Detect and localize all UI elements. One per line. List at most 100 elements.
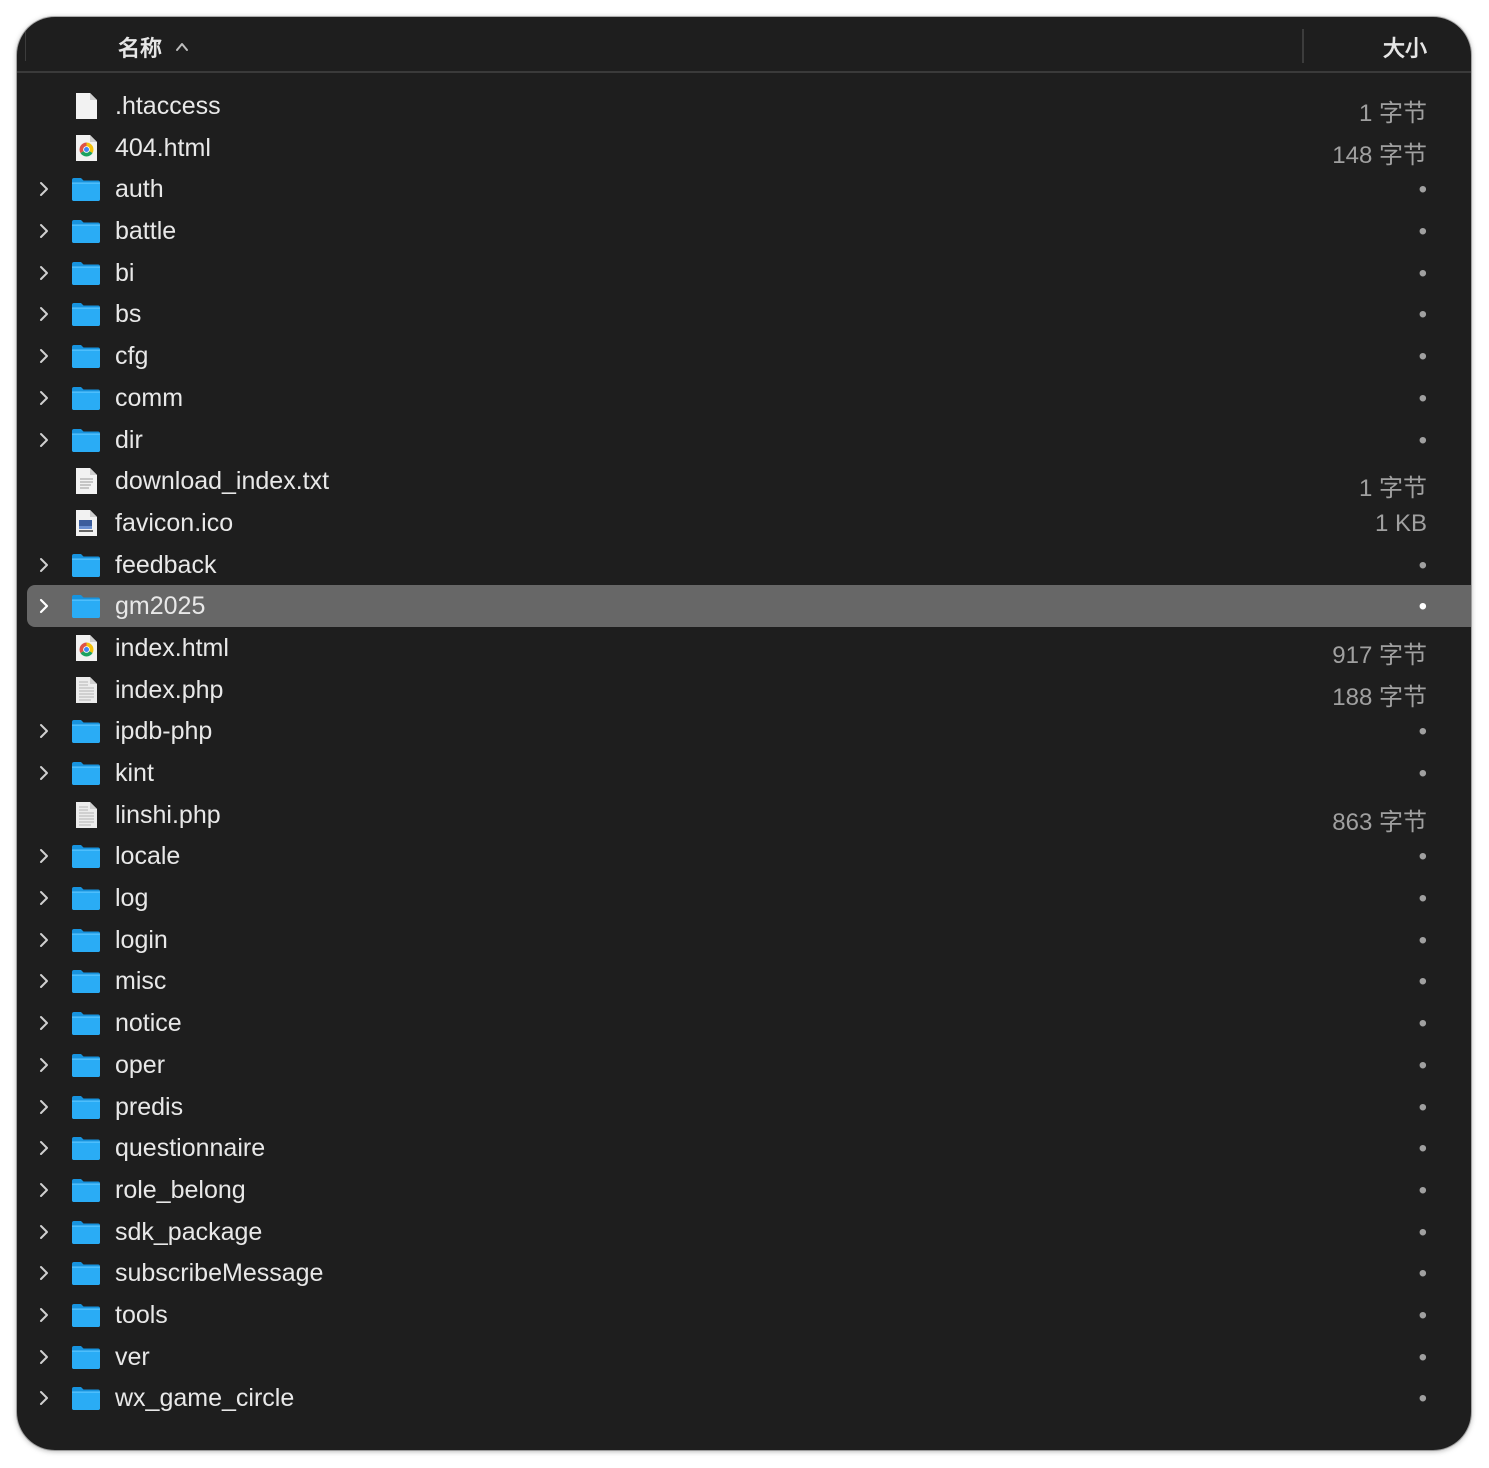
folder-icon [71,1384,101,1412]
folder-row[interactable]: gm2025 • [17,585,1471,627]
file-name: oper [115,1050,166,1079]
file-size: 1 字节 [1358,475,1427,503]
disclosure-chevron-icon[interactable] [36,390,52,406]
folder-row[interactable]: auth • [17,168,1471,210]
folder-row[interactable]: predis • [17,1086,1471,1128]
folder-row[interactable]: misc • [17,960,1471,1002]
disclosure-chevron-icon[interactable] [36,1099,52,1115]
file-row[interactable]: download_index.txt 1 字节 [17,460,1471,502]
folder-icon [71,759,101,787]
folder-row[interactable]: locale • [17,835,1471,877]
size-column-header[interactable]: 大小 [1383,31,1427,63]
file-name: log [115,884,149,913]
chrome-icon [71,634,101,662]
folder-row[interactable]: wx_game_circle • [17,1377,1471,1419]
file-size: 1 字节 [1358,100,1427,127]
file-name: misc [115,967,167,996]
folder-icon [71,1218,101,1246]
folder-row[interactable]: ipdb-php • [17,710,1471,752]
file-size: • [1418,1343,1427,1371]
disclosure-chevron-icon[interactable] [36,1182,52,1198]
folder-row[interactable]: comm • [17,377,1471,419]
folder-icon [71,1176,101,1204]
column-resize-handle[interactable] [1302,29,1304,63]
disclosure-chevron-icon[interactable] [36,973,52,989]
file-row[interactable]: index.php 188 字节 [17,669,1471,711]
file-name: auth [115,175,164,204]
column-divider [25,31,26,61]
file-size: • [1418,1176,1427,1204]
disclosure-chevron-icon[interactable] [36,848,52,864]
file-name: subscribeMessage [115,1259,324,1288]
disclosure-chevron-icon[interactable] [36,890,52,906]
selection-highlight [27,585,1471,627]
file-size: • [1418,551,1427,579]
folder-icon [71,175,101,203]
disclosure-chevron-icon[interactable] [36,1057,52,1073]
folder-row[interactable]: feedback • [17,544,1471,586]
folder-row[interactable]: login • [17,919,1471,961]
folder-row[interactable]: role_belong • [17,1169,1471,1211]
file-size: • [1418,593,1427,621]
folder-row[interactable]: cfg • [17,335,1471,377]
file-size: • [1418,426,1427,454]
folder-row[interactable]: bs • [17,293,1471,335]
file-name: battle [115,217,177,246]
file-row[interactable]: linshi.php 863 字节 [17,794,1471,836]
folder-row[interactable]: subscribeMessage • [17,1252,1471,1294]
file-name: login [115,925,168,954]
folder-row[interactable]: notice • [17,1002,1471,1044]
folder-row[interactable]: bi • [17,252,1471,294]
disclosure-chevron-icon[interactable] [36,306,52,322]
disclosure-chevron-icon[interactable] [36,932,52,948]
file-size: • [1418,1260,1427,1288]
disclosure-chevron-icon[interactable] [36,723,52,739]
file-name: role_belong [115,1175,246,1204]
file-size: • [1418,760,1427,787]
disclosure-chevron-icon[interactable] [36,223,52,239]
disclosure-chevron-icon[interactable] [36,348,52,364]
folder-row[interactable]: kint • [17,752,1471,794]
disclosure-chevron-icon[interactable] [36,1307,52,1323]
disclosure-chevron-icon[interactable] [36,1015,52,1031]
chrome-icon [71,134,101,162]
disclosure-chevron-icon[interactable] [36,1224,52,1240]
disclosure-chevron-icon[interactable] [36,265,52,281]
disclosure-chevron-icon[interactable] [36,181,52,197]
disclosure-chevron-icon[interactable] [36,598,52,614]
disclosure-chevron-icon[interactable] [36,1265,52,1281]
folder-icon [71,1009,101,1037]
folder-row[interactable]: oper • [17,1044,1471,1086]
folder-row[interactable]: tools • [17,1294,1471,1336]
document-icon [71,92,101,120]
name-column-header[interactable]: 名称 [118,31,190,63]
disclosure-chevron-icon[interactable] [36,1349,52,1365]
folder-icon [71,426,101,454]
folder-row[interactable]: ver • [17,1336,1471,1378]
disclosure-chevron-icon[interactable] [36,765,52,781]
file-row[interactable]: index.html 917 字节 [17,627,1471,669]
disclosure-chevron-icon[interactable] [36,1140,52,1156]
disclosure-chevron-icon[interactable] [36,1390,52,1406]
folder-row[interactable]: dir • [17,419,1471,461]
disclosure-chevron-icon[interactable] [36,557,52,573]
file-size: • [1418,968,1427,996]
file-size: 148 字节 [1332,141,1427,169]
file-name: feedback [115,550,217,579]
file-size: • [1418,1093,1427,1121]
folder-icon [71,926,101,954]
folder-icon [71,592,101,620]
disclosure-chevron-icon[interactable] [36,432,52,448]
folder-row[interactable]: sdk_package • [17,1211,1471,1253]
file-name: gm2025 [115,592,206,621]
folder-row[interactable]: log • [17,877,1471,919]
file-row[interactable]: .htaccess 1 字节 [17,85,1471,127]
file-row[interactable]: 404.html 148 字节 [17,127,1471,169]
chevron-up-icon [176,43,189,51]
folder-row[interactable]: battle • [17,210,1471,252]
folder-icon [71,1093,101,1121]
text-file-icon [71,467,101,495]
folder-row[interactable]: questionnaire • [17,1127,1471,1169]
file-row[interactable]: favicon.ico 1 KB [17,502,1471,544]
file-size: 188 字节 [1332,683,1427,711]
